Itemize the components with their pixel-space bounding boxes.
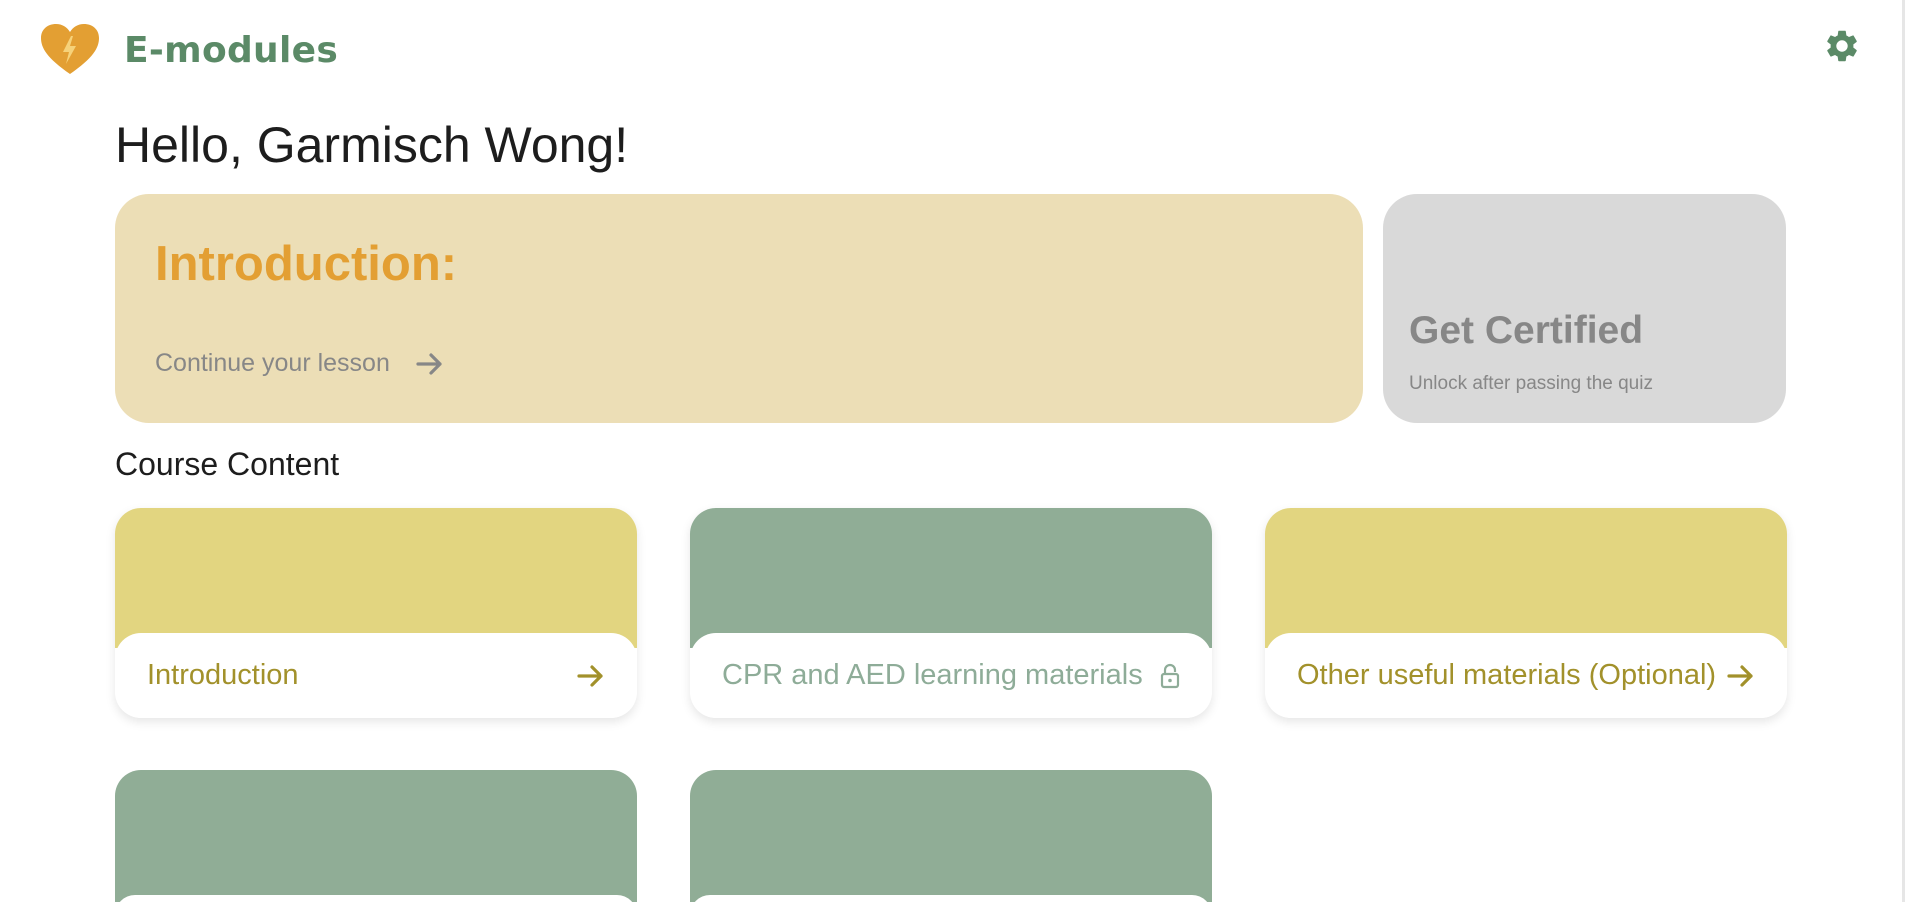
hero-title: Introduction:: [155, 237, 458, 291]
module-banner: [690, 508, 1212, 648]
module-label: CPR and AED learning materials: [722, 659, 1143, 691]
continue-lesson-label: Continue your lesson: [155, 349, 390, 377]
module-footer: Introduction: [115, 633, 637, 718]
module-banner: [1265, 508, 1787, 648]
module-card-introduction[interactable]: Introduction: [115, 508, 637, 718]
brand-title[interactable]: E-modules: [124, 30, 338, 71]
module-card-4: [115, 770, 637, 902]
top-bar: E-modules: [0, 0, 1905, 100]
arrow-right-icon[interactable]: [1727, 664, 1755, 688]
module-card-cpr-aed: CPR and AED learning materials: [690, 508, 1212, 718]
module-banner: [690, 770, 1212, 902]
arrow-right-icon: [416, 352, 442, 375]
gear-icon[interactable]: [1823, 27, 1861, 65]
module-card-5: [690, 770, 1212, 902]
get-certified-card: Get Certified Unlock after passing the q…: [1383, 194, 1786, 423]
module-label: Introduction: [147, 659, 299, 691]
module-footer: [690, 895, 1212, 902]
continue-lesson-card[interactable]: Introduction: Continue your lesson: [115, 194, 1363, 423]
module-card-other-materials[interactable]: Other useful materials (Optional): [1265, 508, 1787, 718]
arrow-right-icon[interactable]: [577, 664, 605, 688]
module-banner: [115, 770, 637, 902]
module-footer: CPR and AED learning materials: [690, 633, 1212, 718]
greeting-heading: Hello, Garmisch Wong!: [115, 117, 629, 173]
module-banner: [115, 508, 637, 648]
module-footer: [115, 895, 637, 902]
continue-lesson-link[interactable]: Continue your lesson: [155, 349, 444, 378]
course-content-heading: Course Content: [115, 446, 340, 482]
certified-subtitle: Unlock after passing the quiz: [1409, 373, 1653, 394]
lock-icon: [1160, 663, 1180, 689]
module-footer: Other useful materials (Optional): [1265, 633, 1787, 718]
heart-lightning-icon[interactable]: [41, 24, 99, 76]
page: E-modules Hello, Garmisch Wong! Introduc…: [0, 0, 1905, 902]
module-label: Other useful materials (Optional): [1297, 659, 1717, 691]
certified-title: Get Certified: [1409, 309, 1644, 352]
